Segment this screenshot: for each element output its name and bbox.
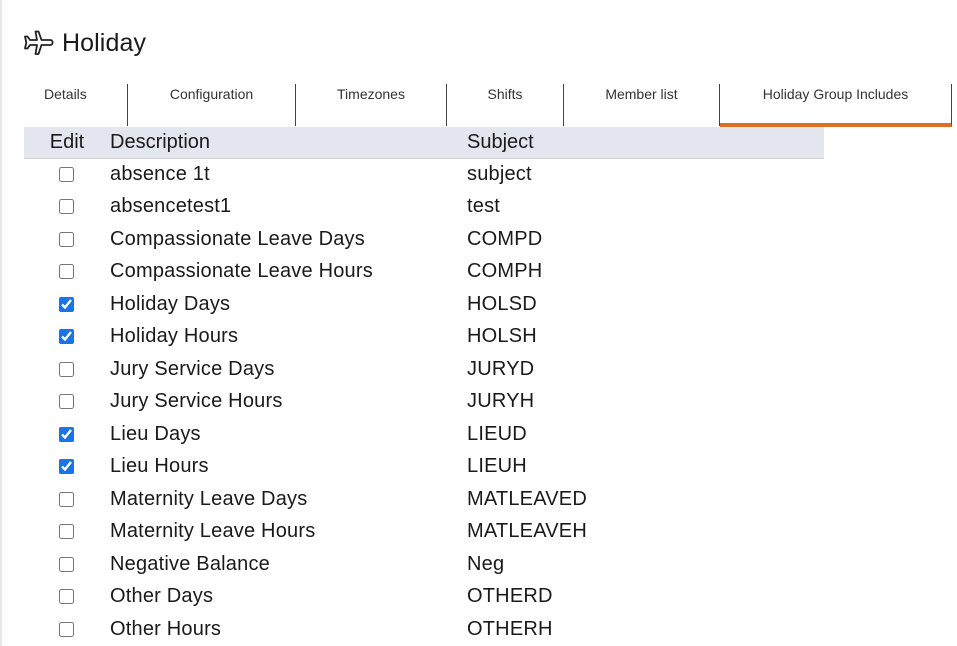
edit-checkbox[interactable]	[58, 394, 74, 410]
row-description: Lieu Hours	[110, 455, 209, 478]
row-subject: OTHERD	[467, 585, 553, 608]
edit-checkbox[interactable]	[58, 231, 74, 247]
edit-checkbox[interactable]	[58, 166, 74, 182]
page-title: Holiday	[62, 28, 147, 57]
table-row: Other Hours OTHERH	[24, 614, 824, 646]
row-subject: subject	[467, 162, 532, 185]
row-subject: MATLEAVED	[467, 487, 587, 510]
table-row: Lieu Hours LIEUH	[24, 452, 824, 485]
row-subject: COMPD	[467, 227, 543, 250]
column-header-description: Description	[110, 127, 467, 159]
row-description: Maternity Leave Hours	[110, 520, 316, 543]
holiday-group-table: Edit Description Subject absence 1t subj…	[24, 127, 824, 646]
row-description: Lieu Days	[110, 422, 201, 445]
tab-details[interactable]: Details	[24, 84, 128, 126]
table-row: Compassionate Leave Hours COMPH	[24, 257, 824, 290]
row-subject: LIEUH	[467, 455, 527, 478]
row-description: absencetest1	[110, 195, 232, 218]
table-row: absencetest1 test	[24, 192, 824, 225]
edit-checkbox[interactable]	[58, 621, 74, 637]
row-subject: LIEUD	[467, 422, 527, 445]
row-description: Jury Service Hours	[110, 390, 283, 413]
tab-shifts[interactable]: Shifts	[447, 84, 564, 126]
tab-timezones[interactable]: Timezones	[296, 84, 447, 126]
edit-checkbox[interactable]	[58, 426, 74, 442]
row-description: absence 1t	[110, 162, 210, 185]
table-row: Compassionate Leave Days COMPD	[24, 224, 824, 257]
edit-checkbox[interactable]	[58, 361, 74, 377]
tab-holiday-group-includes[interactable]: Holiday Group Includes	[720, 84, 952, 127]
row-description: Holiday Days	[110, 292, 231, 315]
edit-checkbox[interactable]	[58, 459, 74, 475]
edit-checkbox[interactable]	[58, 524, 74, 540]
table-header-row: Edit Description Subject	[24, 127, 824, 159]
edit-checkbox[interactable]	[58, 491, 74, 507]
row-subject: Neg	[467, 552, 505, 575]
holiday-page: Holiday Details Configuration Timezones …	[0, 0, 957, 646]
tab-member-list[interactable]: Member list	[564, 84, 720, 126]
row-subject: HOLSD	[467, 292, 537, 315]
edit-checkbox[interactable]	[58, 264, 74, 280]
row-subject: HOLSH	[467, 325, 537, 348]
row-description: Compassionate Leave Days	[110, 227, 365, 250]
row-description: Jury Service Days	[110, 357, 275, 380]
column-header-subject: Subject	[467, 127, 824, 159]
table-row: Jury Service Hours JURYH	[24, 387, 824, 420]
edit-checkbox[interactable]	[58, 556, 74, 572]
table-row: Maternity Leave Days MATLEAVED	[24, 484, 824, 517]
airplane-icon	[22, 27, 54, 59]
edit-checkbox[interactable]	[58, 296, 74, 312]
row-subject: test	[467, 195, 501, 218]
row-subject: JURYD	[467, 357, 535, 380]
table-row: Maternity Leave Hours MATLEAVEH	[24, 517, 824, 550]
row-description: Maternity Leave Days	[110, 487, 308, 510]
table-row: Jury Service Days JURYD	[24, 354, 824, 387]
edit-checkbox[interactable]	[58, 199, 74, 215]
edit-checkbox[interactable]	[58, 589, 74, 605]
row-description: Compassionate Leave Hours	[110, 260, 373, 283]
table-row: Other Days OTHERD	[24, 582, 824, 615]
row-subject: OTHERH	[467, 617, 553, 640]
table-row: Lieu Days LIEUD	[24, 419, 824, 452]
row-description: Other Hours	[110, 617, 222, 640]
table-row: absence 1t subject	[24, 159, 824, 192]
row-subject: MATLEAVEH	[467, 520, 587, 543]
table-row: Negative Balance Neg	[24, 549, 824, 582]
table-row: Holiday Days HOLSD	[24, 289, 824, 322]
column-header-edit: Edit	[24, 127, 110, 159]
row-description: Negative Balance	[110, 552, 270, 575]
page-header: Holiday	[22, 26, 146, 60]
tab-configuration[interactable]: Configuration	[128, 84, 296, 126]
edit-checkbox[interactable]	[58, 329, 74, 345]
tab-bar: Details Configuration Timezones Shifts M…	[24, 84, 952, 127]
row-description: Other Days	[110, 585, 214, 608]
row-subject: JURYH	[467, 390, 535, 413]
table-row: Holiday Hours HOLSH	[24, 322, 824, 355]
row-description: Holiday Hours	[110, 325, 239, 348]
row-subject: COMPH	[467, 260, 543, 283]
